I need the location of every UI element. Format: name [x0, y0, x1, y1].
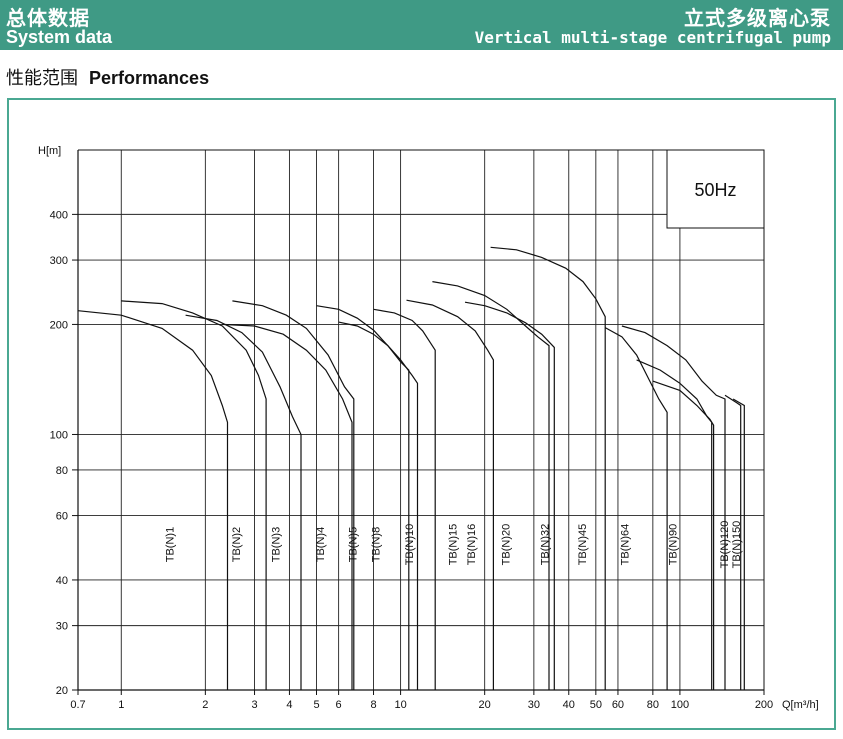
x-tick-label: 40 [563, 699, 575, 711]
frequency-label: 50Hz [694, 180, 736, 200]
x-tick-label: 100 [671, 699, 689, 711]
y-axis-label: H[m] [38, 145, 61, 157]
curve-tbn15 [432, 281, 550, 690]
series-label: TB(N)90 [668, 524, 680, 566]
x-tick-label: 50 [590, 699, 602, 711]
curve-tbn10 [406, 299, 494, 690]
y-tick-label: 20 [56, 685, 68, 697]
curve-tbn16 [464, 301, 555, 690]
series-label: TB(N)3 [271, 527, 283, 562]
y-tick-label: 40 [56, 575, 68, 587]
curve-tbn2 [185, 314, 302, 690]
performance-chart: 0.7 1 2 3 4 5 6 8 10 20 30 40 50 60 80 100 200 20 30 40 60 80… [38, 145, 819, 711]
x-tick-label: 5 [313, 699, 319, 711]
curve-tbn32 [604, 327, 668, 690]
y-tick-label: 30 [56, 621, 68, 633]
x-tick-label: 80 [647, 699, 659, 711]
series-label: TB(N)1 [164, 527, 176, 562]
x-tick-label: 1 [118, 699, 124, 711]
y-tick-label: 400 [50, 209, 68, 221]
x-tick-label: 200 [755, 699, 773, 711]
x-axis-label: Q[m³/h] [782, 699, 819, 711]
series-label: TB(N)120 [719, 521, 731, 569]
series-label: TB(N)15 [448, 524, 460, 566]
y-tick-label: 80 [56, 465, 68, 477]
x-tick-label: 6 [336, 699, 342, 711]
x-tick-label: 4 [286, 699, 292, 711]
series-label: TB(N)10 [404, 524, 416, 566]
curve-tbn45 [621, 325, 726, 690]
x-tick-label: 3 [251, 699, 257, 711]
x-tick-label: 10 [394, 699, 406, 711]
series-label: TB(N)45 [577, 524, 589, 566]
series-label: TB(N)20 [501, 524, 513, 566]
curve-tbn90 [652, 380, 715, 690]
x-tick-label: 20 [479, 699, 491, 711]
series-label: TB(N)150 [731, 521, 743, 569]
series-label: TB(N)8 [370, 527, 382, 562]
curve-tbn4 [316, 305, 410, 690]
series-label: TB(N)64 [620, 524, 632, 566]
x-tick-label: 2 [202, 699, 208, 711]
x-tick-label: 60 [612, 699, 624, 711]
series-label: TB(N)2 [231, 527, 243, 562]
series-label: TB(N)5 [348, 527, 360, 562]
y-tick-label: 300 [50, 255, 68, 267]
series-label: TB(N)16 [466, 524, 478, 566]
y-tick-label: 200 [50, 319, 68, 331]
curve-tbn1 [121, 300, 267, 690]
x-tick-label: 8 [370, 699, 376, 711]
y-tick-label: 100 [50, 429, 68, 441]
curve-tbn5 [338, 321, 419, 690]
curve-tbn3 [222, 323, 353, 690]
series-label: TB(N)32 [539, 524, 551, 566]
series-label: TB(N)4 [315, 527, 327, 562]
x-tick-label: 0.7 [70, 699, 85, 711]
y-tick-label: 60 [56, 511, 68, 523]
x-tick-label: 30 [528, 699, 540, 711]
